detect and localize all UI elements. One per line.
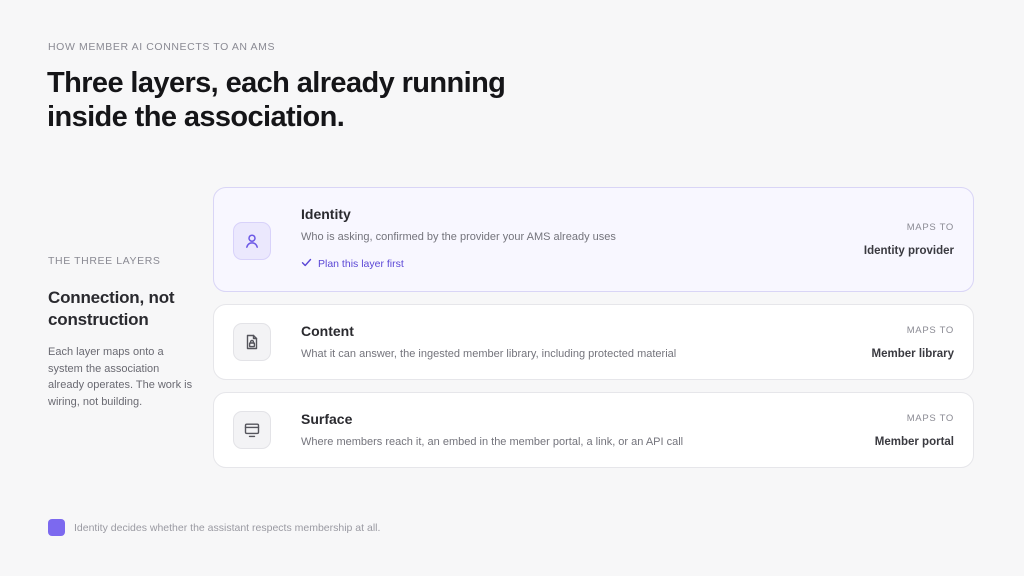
sidebar-label: THE THREE LAYERS	[48, 255, 161, 267]
monitor-icon	[233, 411, 271, 449]
maps-to-value: Member library	[871, 348, 954, 360]
layer-description: Where members reach it, an embed in the …	[301, 436, 684, 448]
locked-document-icon	[233, 323, 271, 361]
check-icon	[301, 257, 312, 271]
maps-to-label: MAPS TO	[906, 413, 954, 424]
sidebar-panel: THE THREE LAYERS Connection, not constru…	[48, 255, 198, 410]
maps-to-label: MAPS TO	[906, 325, 954, 336]
maps-to-value: Member portal	[874, 436, 954, 448]
layer-title: Content	[301, 323, 354, 339]
layer-card-surface[interactable]: Surface Where members reach it, an embed…	[213, 392, 974, 468]
maps-to-label: MAPS TO	[906, 222, 954, 233]
footer-note: Identity decides whether the assistant r…	[48, 519, 380, 536]
footer-text: Identity decides whether the assistant r…	[74, 521, 381, 534]
sidebar-body: Each layer maps onto a system the associ…	[48, 346, 193, 408]
layer-title: Identity	[301, 206, 351, 222]
sidebar-title: Connection, not construction	[48, 288, 175, 329]
layer-title: Surface	[301, 411, 353, 427]
accent-swatch	[48, 519, 65, 536]
layer-card-content[interactable]: Content What it can answer, the ingested…	[213, 304, 974, 380]
layer-card-identity[interactable]: Identity Who is asking, confirmed by the…	[213, 187, 974, 292]
maps-to-value: Identity provider	[863, 245, 954, 257]
user-icon	[233, 222, 271, 260]
plan-first-label: Plan this layer first	[318, 258, 404, 270]
layer-description: What it can answer, the ingested member …	[301, 348, 677, 360]
eyebrow: HOW MEMBER AI CONNECTS TO AN AMS	[48, 41, 276, 53]
plan-first-flag: Plan this layer first	[301, 257, 404, 271]
page-title: Three layers, each already running insid…	[47, 67, 506, 133]
layer-description: Who is asking, confirmed by the provider…	[301, 231, 616, 243]
